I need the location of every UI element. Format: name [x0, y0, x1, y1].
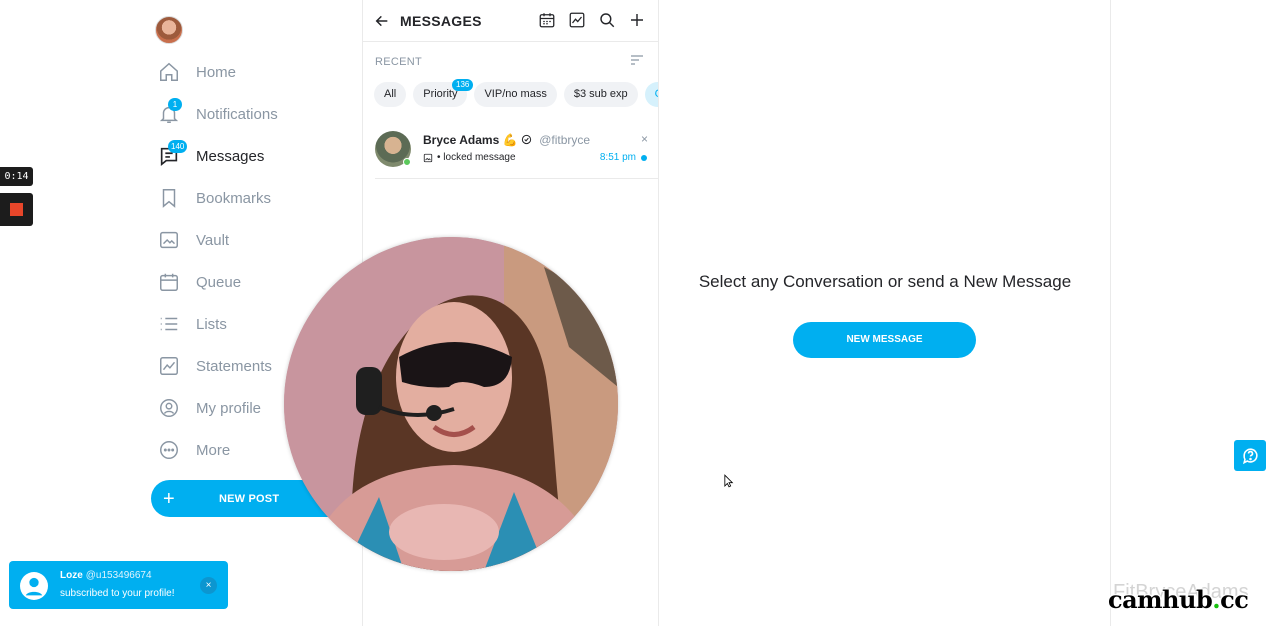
help-button[interactable]: [1234, 440, 1266, 471]
sidebar-item-label: My profile: [196, 399, 262, 417]
sidebar-item-messages[interactable]: 140 Messages: [158, 135, 278, 177]
sidebar-item-label: More: [196, 441, 231, 459]
avatar: [20, 572, 48, 600]
close-icon[interactable]: ×: [200, 577, 217, 594]
chip-vip-no-mass[interactable]: VIP/no mass: [474, 82, 557, 107]
contact-name: Bryce Adams 💪: [423, 133, 518, 147]
conversation-pane: Select any Conversation or send a New Me…: [659, 0, 1111, 626]
online-indicator: [403, 158, 411, 166]
toast-message: subscribed to your profile!: [60, 588, 175, 599]
user-icon: [25, 577, 43, 596]
plus-icon[interactable]: [628, 11, 646, 29]
chart-icon: [158, 355, 180, 377]
notification-badge: 1: [168, 98, 182, 111]
stop-icon: [10, 203, 23, 216]
unread-indicator: [641, 155, 647, 161]
filter-chips: All Priority VIP/no mass $3 sub exp Cl: [363, 82, 658, 108]
sidebar-item-queue[interactable]: Queue: [158, 261, 278, 303]
empty-state-title: Select any Conversation or send a New Me…: [698, 272, 1072, 291]
close-icon[interactable]: ×: [641, 132, 648, 146]
messages-header: MESSAGES: [363, 0, 658, 42]
sidebar-item-vault[interactable]: Vault: [158, 219, 278, 261]
header-actions: [538, 11, 646, 29]
watermark-logo: camhub.cc: [1108, 585, 1249, 614]
home-icon: [158, 61, 180, 83]
chip-label: Priority: [423, 88, 458, 100]
contact-handle: @fitbryce: [539, 133, 591, 147]
cursor-icon: [724, 474, 734, 488]
watermark-tld: cc: [1220, 585, 1249, 614]
sidebar-item-label: Home: [196, 63, 237, 81]
recent-row: RECENT: [363, 42, 658, 82]
page-title: MESSAGES: [400, 12, 482, 29]
sidebar-item-my-profile[interactable]: My profile: [158, 387, 278, 429]
sidebar-item-bookmarks[interactable]: Bookmarks: [158, 177, 278, 219]
message-icon: 140: [158, 140, 188, 167]
image-chart-icon[interactable]: [568, 11, 586, 29]
priority-badge: 136: [452, 79, 474, 91]
message-time: 8:51 pm: [599, 152, 636, 163]
bell-icon: 1: [158, 98, 182, 125]
messages-badge: 140: [168, 140, 188, 153]
new-post-label: NEW POST: [219, 492, 280, 505]
sidebar-item-label: Notifications: [196, 105, 278, 123]
watermark-main: camhub: [1108, 585, 1213, 614]
message-preview: • locked message: [423, 152, 516, 163]
verified-icon: [521, 134, 532, 145]
sidebar-item-label: Lists: [196, 315, 227, 333]
sidebar-item-label: Queue: [196, 273, 242, 291]
back-arrow-icon[interactable]: [374, 13, 390, 29]
new-message-button[interactable]: NEW MESSAGE: [793, 322, 976, 358]
sidebar-item-home[interactable]: Home: [158, 51, 278, 93]
subscription-toast[interactable]: Loze @u153496674 subscribed to your profi…: [9, 561, 228, 609]
chip-partial[interactable]: Cl: [644, 82, 658, 107]
toast-title: Loze @u153496674: [60, 570, 152, 581]
conversation-name: Bryce Adams 💪 @fitbryce: [423, 133, 590, 147]
webcam-feed-image: [284, 237, 618, 571]
image-icon: [423, 153, 433, 162]
sidebar-item-label: Messages: [196, 147, 265, 165]
preview-text: • locked message: [437, 152, 516, 163]
toast-user-handle: @u153496674: [85, 570, 152, 581]
help-icon: [1242, 448, 1258, 465]
profile-icon: [158, 397, 180, 419]
sidebar-item-more[interactable]: More: [158, 429, 278, 471]
more-icon: [158, 439, 180, 461]
sidebar-item-label: Bookmarks: [196, 189, 272, 207]
sidebar-item-notifications[interactable]: 1 Notifications: [158, 93, 278, 135]
conversation-item[interactable]: Bryce Adams 💪 @fitbryce × • locked messa…: [375, 128, 658, 179]
chip-all[interactable]: All: [374, 82, 407, 107]
bookmark-icon: [158, 187, 180, 209]
calendar-icon: [158, 271, 180, 293]
watermark-dot: .: [1212, 585, 1221, 614]
vault-icon: [158, 229, 180, 251]
sidebar-item-label: Statements: [196, 357, 272, 375]
sidebar-item-lists[interactable]: Lists: [158, 303, 278, 345]
sidebar-item-label: Vault: [196, 231, 230, 249]
search-icon[interactable]: [598, 11, 616, 29]
calendar-icon[interactable]: [538, 11, 556, 29]
sidebar-nav: Home 1 Notifications 140 Messages Bookma…: [158, 51, 278, 471]
sort-icon[interactable]: [629, 52, 645, 73]
plus-icon: +: [163, 487, 175, 510]
chip-3-sub-exp[interactable]: $3 sub exp: [563, 82, 638, 107]
recent-label: RECENT: [375, 56, 423, 68]
toast-user-name: Loze: [60, 570, 83, 581]
avatar[interactable]: [155, 16, 183, 44]
recording-timer: 0:14: [0, 167, 33, 186]
webcam-overlay: [284, 237, 618, 571]
sidebar-item-statements[interactable]: Statements: [158, 345, 278, 387]
stop-recording-button[interactable]: [0, 193, 33, 226]
list-icon: [158, 313, 180, 335]
